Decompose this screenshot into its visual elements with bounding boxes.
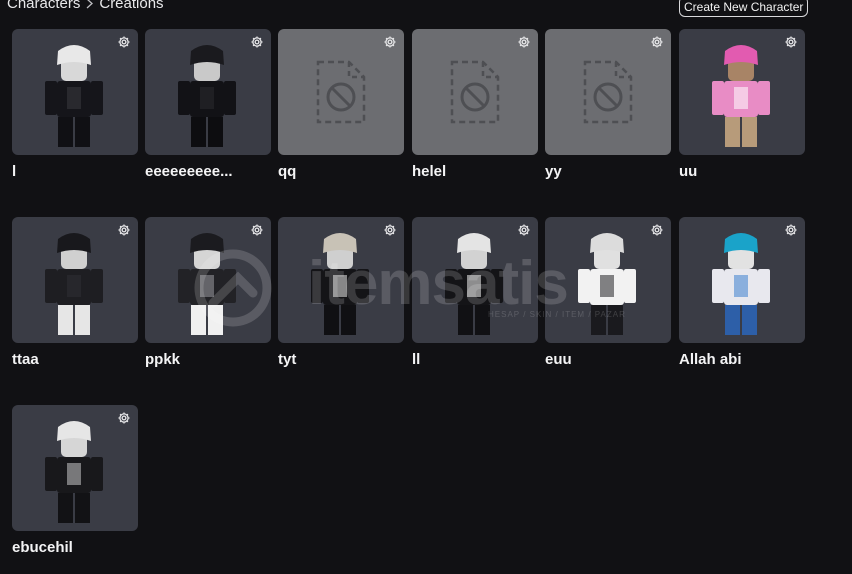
character-thumbnail[interactable] xyxy=(145,29,271,155)
character-thumbnail[interactable] xyxy=(12,217,138,343)
gear-icon[interactable] xyxy=(250,223,264,237)
gear-icon[interactable] xyxy=(784,35,798,49)
character-card[interactable]: ebucehil xyxy=(12,405,138,556)
character-card[interactable]: eeeeeeeee... xyxy=(145,29,271,180)
missing-thumbnail[interactable] xyxy=(412,29,538,155)
missing-thumbnail[interactable] xyxy=(545,29,671,155)
character-card[interactable]: ll xyxy=(412,217,538,368)
gear-icon[interactable] xyxy=(383,223,397,237)
character-card[interactable]: ttaa xyxy=(12,217,138,368)
character-thumbnail[interactable] xyxy=(545,217,671,343)
character-name[interactable]: yy xyxy=(545,163,671,180)
character-name[interactable]: eeeeeeeee... xyxy=(145,163,271,180)
gear-icon[interactable] xyxy=(117,411,131,425)
character-name[interactable]: helel xyxy=(412,163,538,180)
gear-icon[interactable] xyxy=(517,35,531,49)
character-card[interactable]: ppkk xyxy=(145,217,271,368)
creations-page: Characters Creations Create New Characte… xyxy=(0,0,852,574)
character-card[interactable]: euu xyxy=(545,217,671,368)
character-card[interactable]: uu xyxy=(679,29,805,180)
gear-icon[interactable] xyxy=(784,223,798,237)
character-name[interactable]: Allah abi xyxy=(679,351,805,368)
character-name[interactable]: ebucehil xyxy=(12,539,138,556)
character-name[interactable]: euu xyxy=(545,351,671,368)
character-thumbnail[interactable] xyxy=(12,405,138,531)
gear-icon[interactable] xyxy=(117,223,131,237)
character-name[interactable]: tyt xyxy=(278,351,404,368)
chevron-right-icon xyxy=(86,0,94,12)
gear-icon[interactable] xyxy=(117,35,131,49)
character-card[interactable]: tyt xyxy=(278,217,404,368)
create-new-character-button[interactable]: Create New Character xyxy=(679,0,809,17)
character-name[interactable]: ll xyxy=(412,351,538,368)
character-thumbnail[interactable] xyxy=(12,29,138,155)
gear-icon[interactable] xyxy=(383,35,397,49)
gear-icon[interactable] xyxy=(650,223,664,237)
character-name[interactable]: ppkk xyxy=(145,351,271,368)
character-thumbnail[interactable] xyxy=(412,217,538,343)
gear-icon[interactable] xyxy=(250,35,264,49)
gear-icon[interactable] xyxy=(650,35,664,49)
breadcrumb-current: Creations xyxy=(99,0,164,12)
character-name[interactable]: uu xyxy=(679,163,805,180)
character-thumbnail[interactable] xyxy=(145,217,271,343)
character-name[interactable]: l xyxy=(12,163,138,180)
character-name[interactable]: qq xyxy=(278,163,404,180)
character-thumbnail[interactable] xyxy=(278,217,404,343)
character-card[interactable]: qq xyxy=(278,29,404,180)
gear-icon[interactable] xyxy=(517,223,531,237)
character-thumbnail[interactable] xyxy=(679,29,805,155)
character-card[interactable]: Allah abi xyxy=(679,217,805,368)
character-card[interactable]: yy xyxy=(545,29,671,180)
breadcrumb: Characters Creations xyxy=(7,0,164,12)
character-card[interactable]: l xyxy=(12,29,138,180)
character-card[interactable]: helel xyxy=(412,29,538,180)
character-thumbnail[interactable] xyxy=(679,217,805,343)
breadcrumb-characters-link[interactable]: Characters xyxy=(7,0,80,12)
missing-thumbnail[interactable] xyxy=(278,29,404,155)
character-name[interactable]: ttaa xyxy=(12,351,138,368)
